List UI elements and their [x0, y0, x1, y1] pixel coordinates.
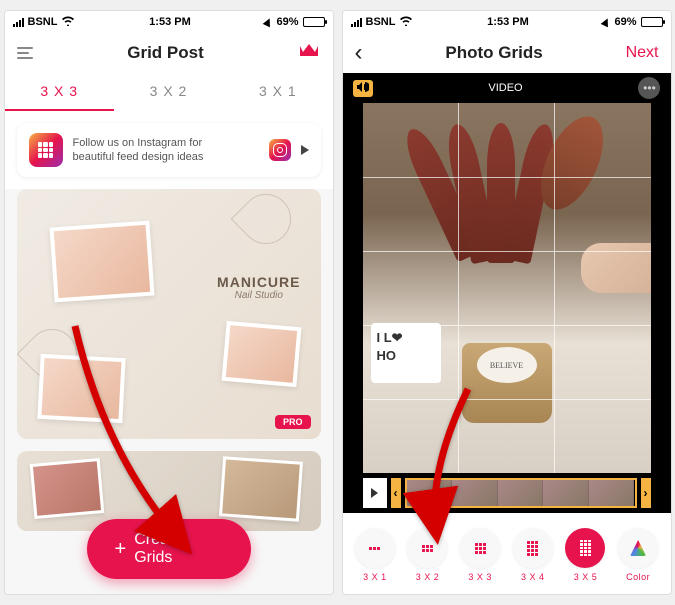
promo-text: Follow us on Instagram for beautiful fee… — [73, 136, 259, 165]
battery-icon — [303, 17, 325, 27]
status-bar: BSNL 1:53 PM 69% — [5, 11, 333, 33]
option-3x3[interactable]: 3 X 3 — [460, 528, 500, 582]
crown-icon[interactable] — [298, 42, 320, 65]
grid-preview[interactable]: I L❤ HO BELIEVE — [343, 103, 671, 473]
filmstrip-thumbs[interactable] — [405, 478, 637, 508]
status-bar: BSNL 1:53 PM 69% — [343, 11, 671, 33]
battery-percent: 69% — [614, 16, 636, 28]
carrier-label: BSNL — [366, 16, 396, 28]
phone-right: BSNL 1:53 PM 69% ‹ Photo Grids Next VIDE… — [342, 10, 672, 595]
fab-label: Create Grids — [134, 531, 222, 567]
promo-grid-icon — [29, 133, 63, 167]
nav-bar: Grid Post — [5, 33, 333, 73]
option-3x1[interactable]: 3 X 1 — [355, 528, 395, 582]
signal-icon — [13, 18, 24, 27]
tab-3x2[interactable]: 3 X 2 — [114, 73, 223, 111]
instagram-icon — [269, 139, 291, 161]
location-icon — [263, 17, 274, 28]
promo-banner[interactable]: Follow us on Instagram for beautiful fee… — [17, 123, 321, 177]
video-header: VIDEO ••• — [343, 73, 671, 103]
next-button[interactable]: Next — [626, 44, 659, 62]
speaker-icon[interactable] — [353, 80, 373, 97]
option-3x2[interactable]: 3 X 2 — [407, 528, 447, 582]
create-grids-button[interactable]: + Create Grids — [87, 519, 251, 579]
plus-icon: + — [115, 538, 127, 561]
template-card-manicure[interactable]: MANICURE Nail Studio PRO — [17, 189, 321, 439]
more-icon[interactable]: ••• — [638, 77, 660, 99]
page-title: Photo Grids — [445, 43, 542, 63]
card-title: MANICURE — [217, 274, 300, 290]
sign-decor: I L❤ HO — [371, 323, 441, 383]
card-subtitle: Nail Studio — [217, 290, 300, 301]
trim-handle-left[interactable]: ‹ — [391, 478, 401, 508]
trim-handle-right[interactable]: › — [641, 478, 651, 508]
location-icon — [601, 17, 612, 28]
battery-percent: 69% — [276, 16, 298, 28]
battery-icon — [641, 17, 663, 27]
wifi-icon — [399, 15, 413, 29]
filmstrip-play-icon[interactable] — [363, 478, 387, 508]
signal-icon — [351, 18, 362, 27]
back-icon[interactable]: ‹ — [355, 39, 363, 67]
play-icon — [301, 145, 309, 155]
clock: 1:53 PM — [149, 16, 191, 28]
tab-3x1[interactable]: 3 X 1 — [223, 73, 332, 111]
preview-image: I L❤ HO BELIEVE — [363, 103, 651, 473]
menu-icon[interactable] — [17, 47, 33, 59]
option-3x5[interactable]: 3 X 5 — [565, 528, 605, 582]
carrier-label: BSNL — [28, 16, 58, 28]
video-label: VIDEO — [488, 82, 522, 94]
clock: 1:53 PM — [487, 16, 529, 28]
grid-tabs: 3 X 3 3 X 2 3 X 1 — [5, 73, 333, 111]
page-title: Grid Post — [127, 43, 204, 63]
option-3x4[interactable]: 3 X 4 — [513, 528, 553, 582]
promo-line2: beautiful feed design ideas — [73, 150, 259, 164]
wifi-icon — [61, 15, 75, 29]
nav-bar: ‹ Photo Grids Next — [343, 33, 671, 73]
phone-left: BSNL 1:53 PM 69% Grid Post 3 X 3 3 X 2 3… — [4, 10, 334, 595]
color-icon — [630, 540, 646, 556]
option-color[interactable]: Color — [618, 528, 658, 582]
grid-options: 3 X 1 3 X 2 3 X 3 3 X 4 3 X 5 Color — [343, 513, 671, 593]
tab-3x3[interactable]: 3 X 3 — [5, 73, 114, 111]
filmstrip[interactable]: ‹ › — [343, 473, 671, 513]
promo-line1: Follow us on Instagram for — [73, 136, 259, 150]
pro-badge: PRO — [275, 415, 311, 429]
tag-decor: BELIEVE — [477, 347, 537, 383]
